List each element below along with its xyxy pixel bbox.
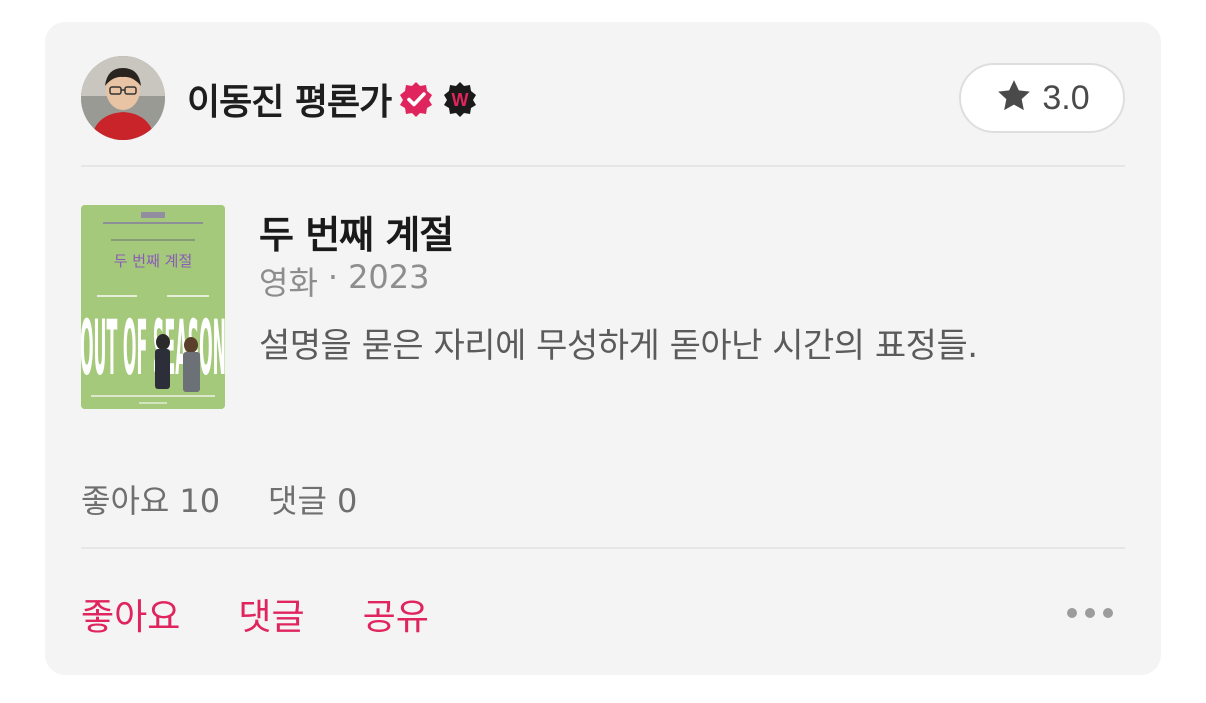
rating-value: 3.0 [1042, 78, 1090, 117]
rating-badge: 3.0 [959, 63, 1125, 133]
stats-divider [81, 547, 1125, 549]
more-dot [1067, 608, 1077, 618]
more-horizontal-icon[interactable] [1067, 606, 1113, 620]
review-stats: 좋아요 10 댓글 0 [81, 476, 357, 522]
poster-title-en: OUT OF SEASON [81, 303, 225, 392]
platform-badge-letter: W [452, 90, 469, 110]
review-actions: 좋아요 댓글 공유 [81, 588, 429, 640]
likes-label: 좋아요 [81, 482, 170, 520]
more-dot [1103, 608, 1113, 618]
platform-badge-icon: W [441, 80, 479, 118]
author-name[interactable]: 이동진 평론가 [187, 73, 392, 125]
person-avatar-image [81, 56, 165, 140]
review-text[interactable]: 설명을 묻은 자리에 무성하게 돋아난 시간의 표정들. [259, 318, 978, 367]
review-header: 이동진 평론가 W 3.0 [81, 56, 1125, 140]
avatar[interactable] [81, 56, 165, 140]
content-meta: 영화 · 2023 [259, 258, 430, 304]
poster-title-kr: 두 번째 계절 [114, 252, 193, 270]
comments-label: 댓글 [268, 482, 327, 520]
star-icon [994, 76, 1034, 120]
content-title[interactable]: 두 번째 계절 [259, 204, 454, 259]
more-dot [1085, 608, 1095, 618]
comments-count: 0 [336, 482, 358, 520]
content-year: 2023 [348, 258, 430, 296]
verified-badge-icon [397, 80, 435, 118]
movie-poster[interactable]: 두 번째 계절 OUT OF SEASON [81, 205, 225, 409]
comment-button[interactable]: 댓글 [238, 588, 304, 640]
content-type: 영화 [259, 264, 318, 302]
header-divider [81, 165, 1125, 167]
share-button[interactable]: 공유 [363, 588, 429, 640]
likes-stat[interactable]: 좋아요 10 [81, 476, 220, 522]
author-info: 이동진 평론가 W [187, 73, 479, 125]
comments-stat[interactable]: 댓글 0 [268, 476, 357, 522]
like-button[interactable]: 좋아요 [81, 588, 180, 640]
meta-separator: · [327, 258, 339, 296]
review-card: 이동진 평론가 W 3.0 두 번째 계절 OUT OF SEASON 두 번째… [45, 22, 1161, 675]
likes-count: 10 [179, 482, 221, 520]
